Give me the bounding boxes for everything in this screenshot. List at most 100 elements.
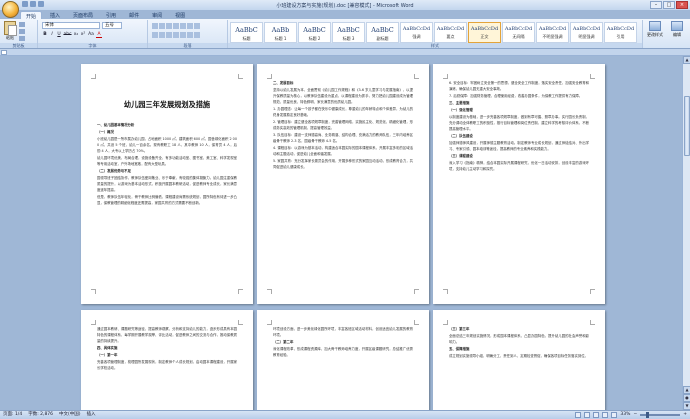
paragraph: 2. 管理目标：建立健全各项规章制度，完善管理网络，实施民主化、规范化、精细化管… xyxy=(273,120,413,130)
draft-view-icon[interactable] xyxy=(611,412,618,418)
paragraph: 环境创设方面，进一步美化绿化园所环境，丰富各班区域活动材料，创设适宜幼儿发展的教… xyxy=(273,327,413,337)
scroll-thumb[interactable] xyxy=(684,96,690,156)
office-button[interactable] xyxy=(2,1,19,18)
justify-icon[interactable] xyxy=(173,32,179,38)
insert-mode-indicator[interactable]: 插入 xyxy=(87,411,96,419)
style-subtle-emphasis[interactable]: AaBbCcDd 不明显强调 xyxy=(536,22,569,43)
title-bar: 小班建设方案与实施(规划).doc [兼容模式] - Microsoft Wor… xyxy=(0,0,690,10)
underline-button[interactable]: U xyxy=(56,32,62,38)
bold-button[interactable]: B xyxy=(42,32,48,38)
full-screen-view-icon[interactable] xyxy=(584,412,591,418)
zoom-in-icon[interactable]: + xyxy=(683,411,687,419)
undo-icon[interactable] xyxy=(30,1,36,7)
page-count[interactable]: 页面: 1/4 xyxy=(3,411,22,419)
change-styles-icon xyxy=(649,21,661,31)
paste-button[interactable]: 粘贴 xyxy=(3,21,17,40)
font-color-button[interactable]: A xyxy=(96,32,102,38)
outline-view-icon[interactable] xyxy=(602,412,609,418)
tab-home[interactable]: 开始 xyxy=(20,11,43,20)
shading-icon[interactable] xyxy=(187,32,193,38)
increase-indent-icon[interactable] xyxy=(180,23,186,29)
page-2-body: 二、发展目标 坚持以幼儿发展为本，全面贯彻《幼儿园工作规程》和《3-6 岁儿童学… xyxy=(273,80,413,288)
format-painter-icon[interactable] xyxy=(19,36,25,41)
strikethrough-button[interactable]: abc xyxy=(63,32,72,38)
decrease-indent-icon[interactable] xyxy=(173,23,179,29)
styles-group: AaBbC 标题 AaBb 标题 1 AaBbC 标题 2 AaBbC 标题 3 AaB… xyxy=(228,20,643,48)
style-intense-emphasis[interactable]: AaBbCcDd 明显强调 xyxy=(570,22,603,43)
web-layout-view-icon[interactable] xyxy=(593,412,600,418)
zoom-out-icon[interactable]: − xyxy=(633,411,637,419)
style-heading-1[interactable]: AaBb 标题 1 xyxy=(264,22,297,43)
styles-group-label: 样式 xyxy=(228,43,642,48)
zoom-level[interactable]: 33% xyxy=(620,411,630,419)
sort-icon[interactable] xyxy=(187,23,193,29)
window-title: 小班建设方案与实施(规划).doc [兼容模式] - Microsoft Wor… xyxy=(276,3,414,9)
document-page-2[interactable]: 二、发展目标 坚持以幼儿发展为本，全面贯彻《幼儿园工作规程》和《3-6 岁儿童学… xyxy=(257,64,429,304)
document-area[interactable]: 幼儿园三年发展规划及措施 一、幼儿园基本情况分析 （一）概况 小班幼儿园是一所市… xyxy=(0,56,682,410)
copy-icon[interactable] xyxy=(19,29,25,34)
zoom-slider[interactable] xyxy=(640,412,681,418)
style-title[interactable]: AaBbC 标题 xyxy=(230,22,263,43)
tab-view[interactable]: 视图 xyxy=(170,11,190,19)
document-page-4[interactable]: 通过园本教研、课题研究等途径，提高教师观察、分析和支持幼儿的能力，逐步形成具有本… xyxy=(81,310,253,410)
previous-page-icon[interactable]: ▲ xyxy=(683,386,690,394)
document-page-1[interactable]: 幼儿园三年发展规划及措施 一、幼儿园基本情况分析 （一）概况 小班幼儿园是一所市… xyxy=(81,64,253,304)
change-styles-button[interactable]: 更改样式 xyxy=(646,21,664,41)
maximize-button[interactable]: □ xyxy=(663,1,675,9)
editing-button[interactable]: 编辑 xyxy=(668,21,686,41)
paragraph: 通过园本教研、课题研究等途径，提高教师观察、分析和支持幼儿的能力，逐步形成具有本… xyxy=(97,327,237,343)
close-button[interactable]: × xyxy=(676,1,688,9)
clipboard-group-label: 剪贴板 xyxy=(0,43,37,48)
style-quote[interactable]: AaBbCcDd 引用 xyxy=(604,22,637,43)
zoom-slider-knob[interactable] xyxy=(646,412,650,418)
numbering-icon[interactable] xyxy=(159,23,165,29)
scroll-up-icon[interactable]: ▲ xyxy=(683,56,690,64)
document-page-6[interactable]: （三）第三年 全面总结三年规划实施情况，形成园本课程体系，凸显办园特色，提升幼儿… xyxy=(433,310,605,410)
browse-object-icon[interactable]: ● xyxy=(683,394,690,402)
multilevel-list-icon[interactable] xyxy=(166,23,172,29)
tab-insert[interactable]: 插入 xyxy=(45,11,65,19)
save-icon[interactable] xyxy=(22,1,28,7)
style-heading-3[interactable]: AaBbC 标题 3 xyxy=(332,22,365,43)
redo-icon[interactable] xyxy=(38,1,44,7)
language-indicator[interactable]: 中文(中国) xyxy=(59,411,81,419)
paragraph: 但是，教师队伍年轻化，骨干教师比例偏低，课程建设尚需系统规划，园所特色有待进一步… xyxy=(97,195,237,205)
paragraph: 加强师德师风建设，开展师德主题教育活动。制定教师专业成长规划，通过师徒结对、外出… xyxy=(449,141,589,151)
style-emphasis[interactable]: AaBbCcDd 强调 xyxy=(400,22,433,43)
minimize-button[interactable]: – xyxy=(650,1,662,9)
font-size-select[interactable]: 五号 xyxy=(102,22,122,29)
align-right-icon[interactable] xyxy=(166,32,172,38)
line-spacing-icon[interactable] xyxy=(180,32,186,38)
change-case-button[interactable]: Aa xyxy=(87,32,95,38)
document-page-5[interactable]: 环境创设方面，进一步美化绿化园所环境，丰富各班区域活动材料，创设适宜幼儿发展的教… xyxy=(257,310,429,410)
tab-mailings[interactable]: 邮件 xyxy=(124,11,144,19)
style-subtitle[interactable]: AaBbC 副标题 xyxy=(366,22,399,43)
tab-page-layout[interactable]: 页面布局 xyxy=(68,11,98,19)
tab-review[interactable]: 审阅 xyxy=(147,11,167,19)
tab-references[interactable]: 引用 xyxy=(101,11,121,19)
align-left-icon[interactable] xyxy=(152,32,158,38)
italic-button[interactable]: I xyxy=(49,32,55,38)
tab-selector[interactable] xyxy=(1,50,7,55)
font-family-select[interactable]: 宋体 xyxy=(42,22,100,29)
document-page-3[interactable]: 6. 安全目标：牢固树立安全第一的思想，健全安全工作制度，落实安全责任，加强安全… xyxy=(433,64,605,304)
superscript-button[interactable]: x² xyxy=(80,32,86,38)
style-heading-2[interactable]: AaBbC 标题 2 xyxy=(298,22,331,43)
print-layout-view-icon[interactable] xyxy=(575,412,582,418)
align-center-icon[interactable] xyxy=(159,32,165,38)
word-count[interactable]: 字数: 2,876 xyxy=(28,411,53,419)
bullets-icon[interactable] xyxy=(152,23,158,29)
subscript-button[interactable]: x₂ xyxy=(73,32,79,38)
clipboard-group: 粘贴 剪贴板 xyxy=(0,20,38,48)
cut-icon[interactable] xyxy=(19,22,25,27)
style-strong[interactable]: AaBbCcDd 要点 xyxy=(434,22,467,43)
paragraph: 以制度建设为基础，进一步完善各项规章制度，做到有章可循、照章办事。实行园长负责制… xyxy=(449,115,589,131)
vertical-scrollbar[interactable]: ▲ ▲ ● ▼ xyxy=(682,56,690,410)
page-6-body: （三）第三年 全面总结三年规划实施情况，形成园本课程体系，凸显办园特色，提升幼儿… xyxy=(449,326,589,404)
borders-icon[interactable] xyxy=(194,32,200,38)
next-page-icon[interactable]: ▼ xyxy=(683,402,690,410)
style-normal[interactable]: AaBbCcDd 正文 xyxy=(468,22,501,43)
paragraph: （一）强化管理 xyxy=(449,108,473,112)
show-marks-icon[interactable] xyxy=(194,23,200,29)
style-no-spacing[interactable]: AaBbCcDd 无间隔 xyxy=(502,22,535,43)
